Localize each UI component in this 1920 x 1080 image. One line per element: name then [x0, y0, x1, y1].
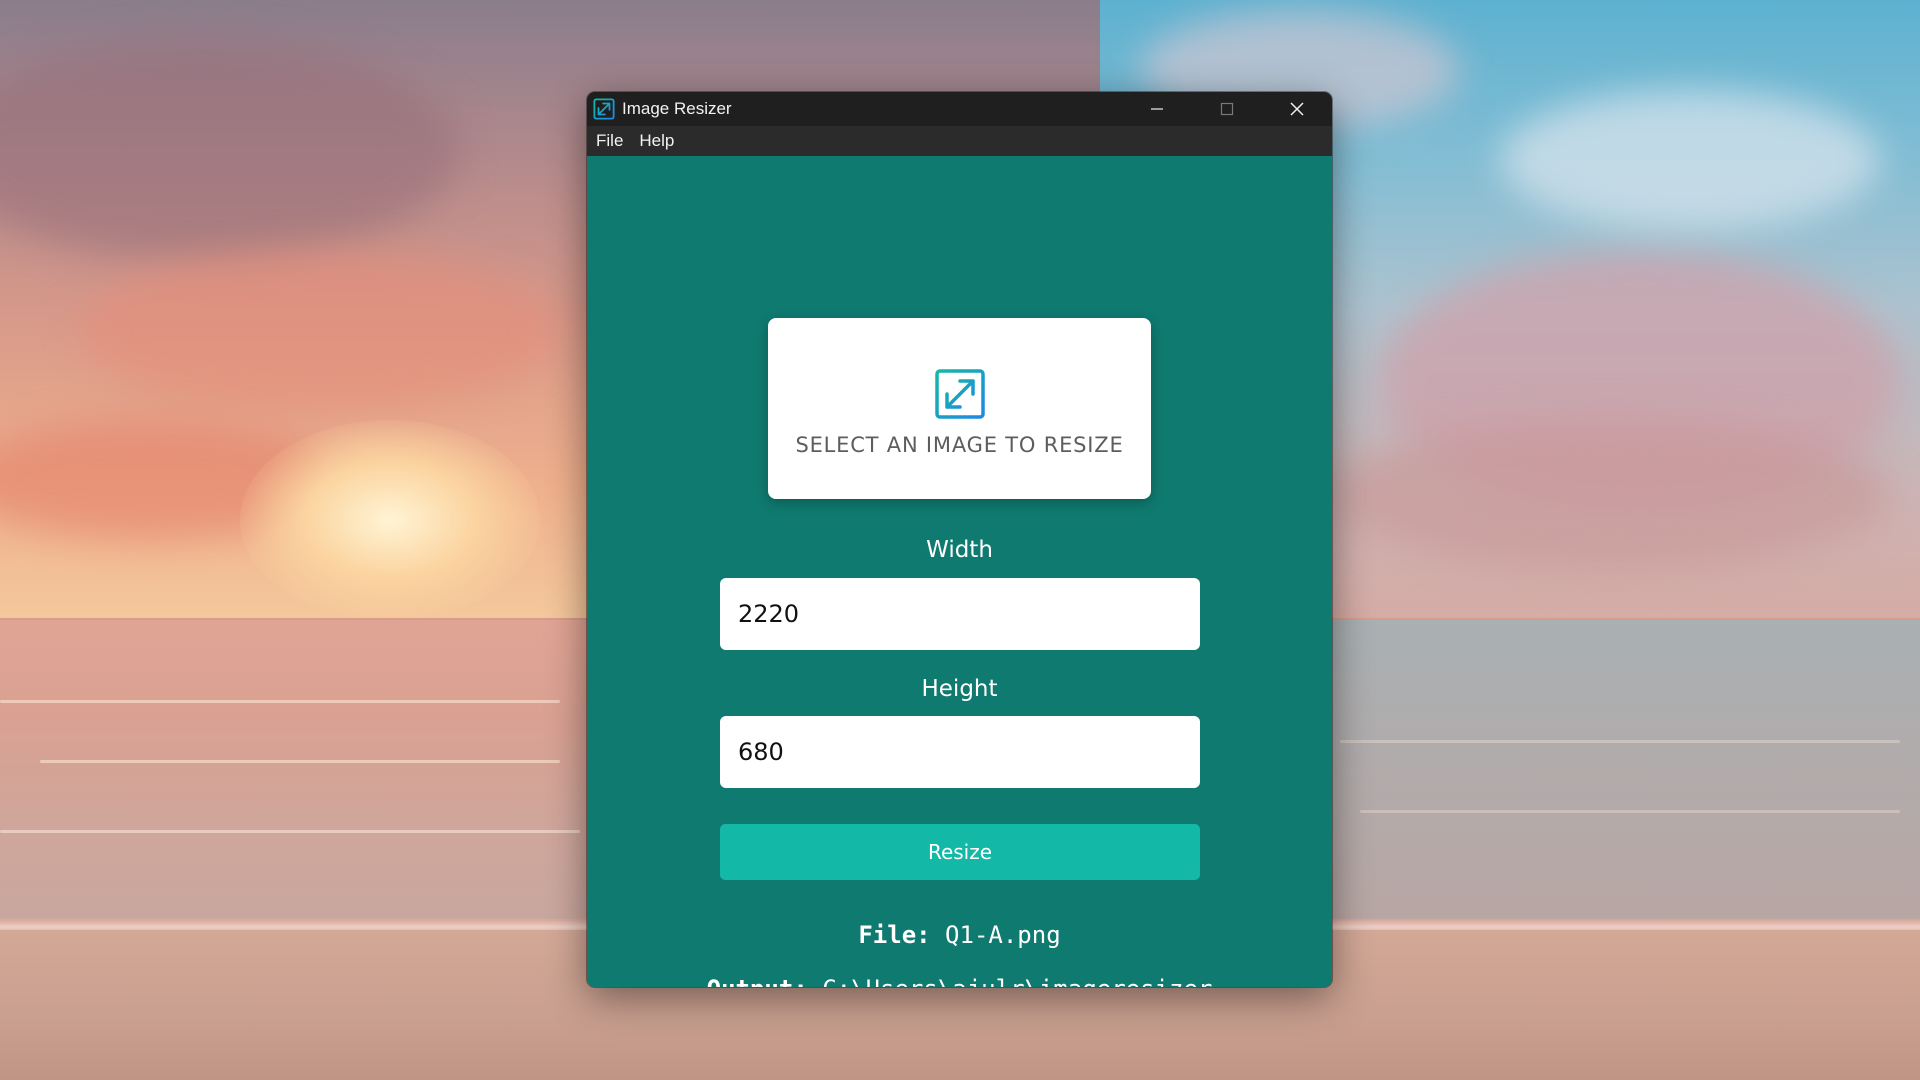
file-info-value: Q1-A.png — [945, 921, 1061, 949]
window-title: Image Resizer — [622, 99, 732, 118]
minimize-icon — [1151, 108, 1163, 110]
wallpaper-cloud — [0, 40, 460, 260]
wallpaper-cloud — [80, 250, 560, 410]
output-info-key: Output: — [707, 975, 808, 987]
resize-button[interactable]: Resize — [720, 824, 1200, 880]
wallpaper-cloud — [1500, 90, 1880, 230]
app-icon — [593, 98, 615, 120]
title-bar[interactable]: Image Resizer — [587, 92, 1332, 126]
close-icon — [1290, 102, 1304, 116]
output-info-value: C:\Users\ajulr\imageresizer — [822, 975, 1212, 987]
height-label: Height — [921, 676, 998, 702]
file-info-key: File: — [858, 921, 931, 949]
desktop-wallpaper: Image Resizer File Help SELECT AN IMAGE … — [0, 0, 1920, 1080]
wallpaper-wave — [1360, 810, 1900, 813]
main-content: SELECT AN IMAGE TO RESIZE Width 2220 Hei… — [587, 156, 1332, 987]
wallpaper-sun — [240, 420, 540, 620]
close-button[interactable] — [1262, 92, 1332, 126]
menu-help[interactable]: Help — [631, 126, 682, 156]
output-info: Output: C:\Users\ajulr\imageresizer — [587, 975, 1332, 987]
image-resizer-window: Image Resizer File Help SELECT AN IMAGE … — [587, 92, 1332, 987]
expand-arrows-icon — [934, 368, 985, 419]
maximize-icon — [1220, 102, 1234, 116]
wallpaper-wave — [1340, 740, 1900, 743]
height-input[interactable]: 680 — [720, 716, 1200, 788]
maximize-button[interactable] — [1192, 92, 1262, 126]
wallpaper-wave — [0, 700, 560, 703]
width-label: Width — [926, 537, 993, 563]
file-info: File: Q1-A.png — [587, 921, 1332, 949]
select-image-dropzone[interactable]: SELECT AN IMAGE TO RESIZE — [768, 318, 1151, 499]
window-controls — [1122, 92, 1332, 126]
wallpaper-cloud — [1330, 420, 1890, 570]
wallpaper-wave — [0, 830, 580, 833]
minimize-button[interactable] — [1122, 92, 1192, 126]
select-image-label: SELECT AN IMAGE TO RESIZE — [795, 432, 1124, 457]
width-input[interactable]: 2220 — [720, 578, 1200, 650]
menu-bar: File Help — [587, 126, 1332, 156]
menu-file[interactable]: File — [588, 126, 631, 156]
wallpaper-wave — [40, 760, 560, 763]
